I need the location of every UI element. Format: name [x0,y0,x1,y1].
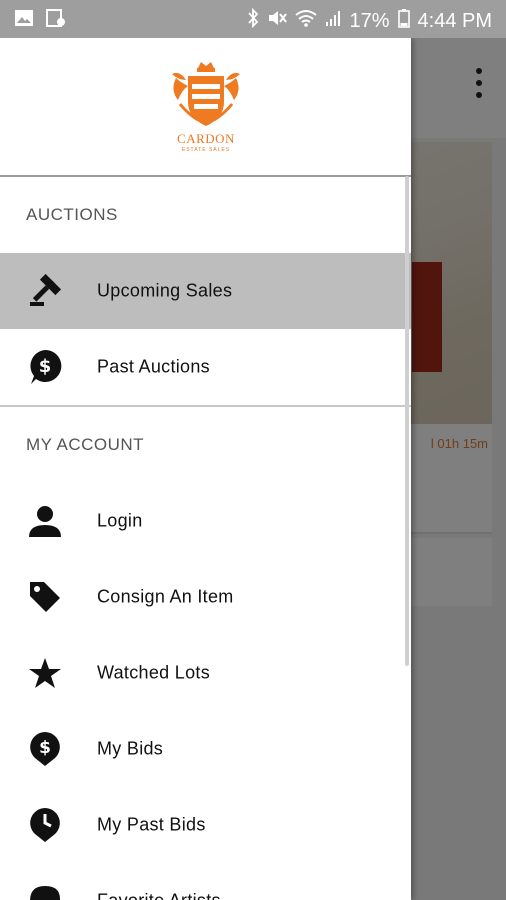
nav-item-watched-lots[interactable]: Watched Lots [0,635,411,711]
nav-item-favorite-artists[interactable]: Favorite Artists [0,863,411,900]
gavel-icon [27,273,63,309]
navigation-drawer: CARDON ESTATE SALES AUCTIONS Upcoming Sa… [0,38,411,900]
status-bar: 17% 4:44 PM [0,0,506,38]
person-icon [27,503,63,539]
svg-text:$: $ [39,738,51,758]
mute-icon [267,8,288,34]
logo-name: CARDON [177,131,235,146]
nav-item-my-bids[interactable]: $ My Bids [0,711,411,787]
nav-label: Upcoming Sales [97,280,233,301]
nav-item-past-auctions[interactable]: $ Past Auctions [0,329,411,405]
battery-icon [397,8,410,34]
dollar-pin-icon: $ [27,731,63,767]
nav-label: Favorite Artists [97,891,221,900]
nav-label: Login [97,510,143,531]
palette-icon [27,883,63,900]
dollar-pin-icon: $ [27,349,63,385]
nav-item-my-past-bids[interactable]: My Past Bids [0,787,411,863]
wifi-icon [295,9,318,33]
section-my-account: MY ACCOUNT [26,435,145,454]
clock-pin-icon [27,807,63,843]
drawer-header: CARDON ESTATE SALES [0,38,411,177]
section-auctions: AUCTIONS [26,205,118,224]
nav-label: My Past Bids [97,814,206,835]
image-icon [14,9,34,32]
nav-item-consign[interactable]: Consign An Item [0,559,411,635]
nav-label: Watched Lots [97,662,210,683]
star-icon [27,655,63,691]
crest-icon [172,62,240,126]
bluetooth-icon [247,7,259,34]
logo-tagline: ESTATE SALES [181,147,231,153]
drawer-scrollbar[interactable] [405,176,409,666]
nav-label: Past Auctions [97,356,210,377]
svg-text:$: $ [39,356,52,377]
nav-item-upcoming-sales[interactable]: Upcoming Sales [0,253,411,329]
nav-item-login[interactable]: Login [0,483,411,559]
nav-label: Consign An Item [97,586,234,607]
screenshot-icon [46,9,66,32]
cardon-logo: CARDON ESTATE SALES [168,60,244,153]
nav-label: My Bids [97,738,164,759]
clock-time: 4:44 PM [417,9,492,32]
battery-percent: 17% [349,9,390,32]
signal-icon [325,9,341,33]
tag-icon [27,579,63,615]
